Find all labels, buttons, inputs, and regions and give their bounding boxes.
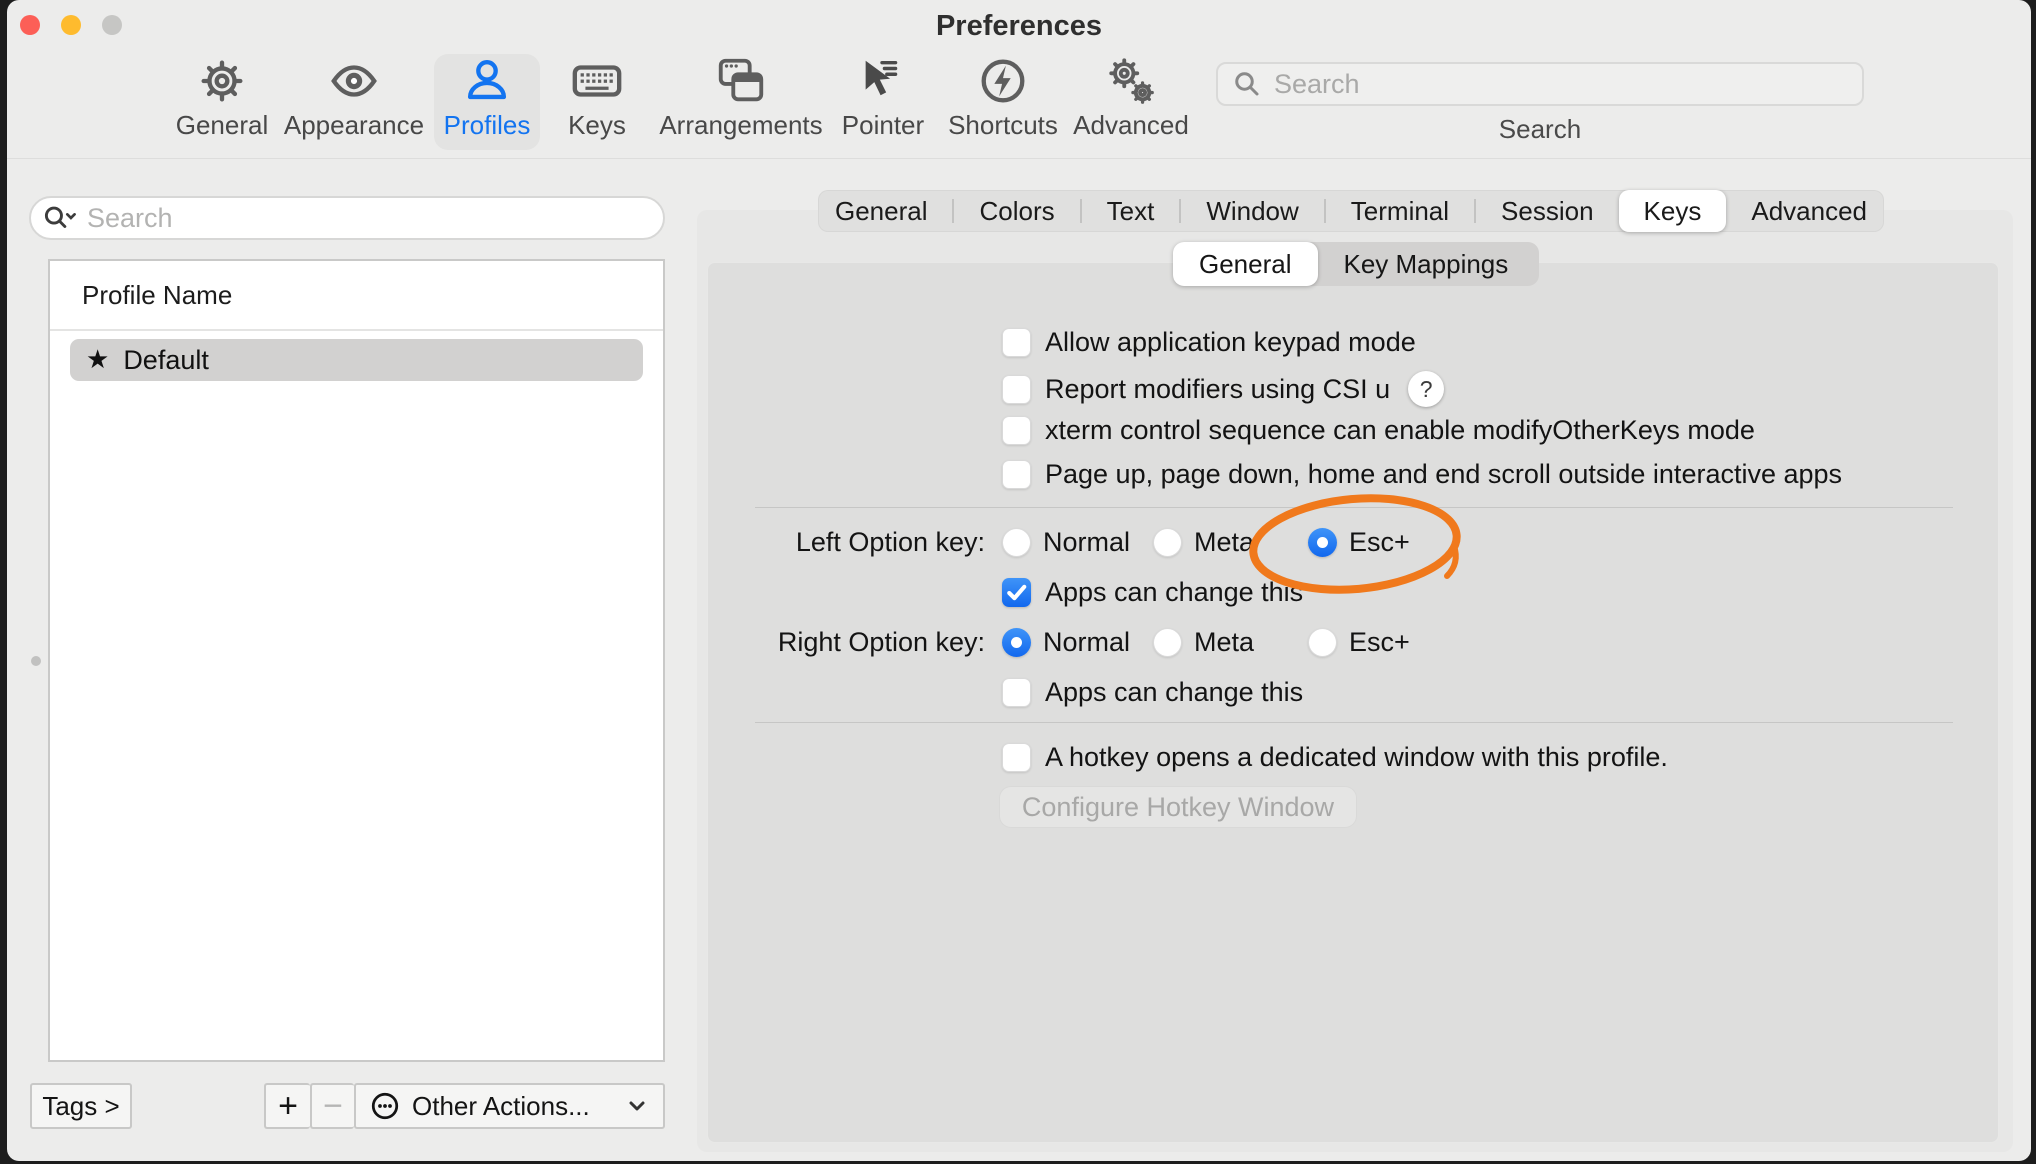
add-profile-button[interactable]: + [264, 1083, 310, 1129]
checkbox-row: xterm control sequence can enable modify… [1002, 415, 1755, 446]
tab-keys[interactable]: Keys [1619, 190, 1727, 232]
cursor-icon [856, 54, 910, 108]
toolbar-item-profiles[interactable]: Profiles [434, 54, 540, 150]
tab-text[interactable]: Text [1082, 190, 1180, 232]
tab-advanced[interactable]: Advanced [1726, 190, 1892, 232]
tab-general[interactable]: General [810, 190, 953, 232]
profile-list: Profile Name ★ Default [48, 259, 665, 1062]
left-option-radio-group: Normal [1002, 527, 1130, 558]
toolbar-item-advanced[interactable]: Advanced [1070, 54, 1192, 150]
ellipsis-circle-icon [370, 1091, 400, 1121]
lightning-icon [976, 54, 1030, 108]
toolbar-search-field[interactable] [1216, 62, 1864, 106]
tab-window[interactable]: Window [1181, 190, 1323, 232]
checkbox-row: Apps can change this [1002, 577, 1303, 608]
profile-list-header: Profile Name [50, 261, 663, 331]
checkbox-modify-other-keys[interactable] [1002, 416, 1031, 445]
profile-name: Default [123, 345, 209, 376]
keys-subtab-bar: General Key Mappings [1173, 242, 1539, 286]
checkbox-row: Report modifiers using CSI u ? [1002, 371, 1444, 407]
tags-button[interactable]: Tags > [30, 1083, 132, 1129]
right-option-key-label: Right Option key: [690, 627, 985, 658]
toolbar-item-pointer[interactable]: Pointer [830, 54, 936, 150]
profile-row-default[interactable]: ★ Default [70, 339, 643, 381]
checkbox-row: A hotkey opens a dedicated window with t… [1002, 742, 1668, 773]
configure-hotkey-window-button: Configure Hotkey Window [999, 786, 1357, 828]
chevron-down-icon [625, 1094, 649, 1118]
divider [755, 722, 1953, 723]
gears-icon [1104, 54, 1158, 108]
checkbox-row: Apps can change this [1002, 677, 1303, 708]
left-option-key-label: Left Option key: [690, 527, 985, 558]
toolbar-item-keys[interactable]: Keys [552, 54, 642, 150]
tab-colors[interactable]: Colors [954, 190, 1079, 232]
keyboard-icon [570, 54, 624, 108]
radio-right-esc[interactable] [1308, 628, 1337, 657]
divider [755, 507, 1953, 508]
checkbox-hotkey-window[interactable] [1002, 743, 1031, 772]
left-option-radio-group: Esc+ [1308, 527, 1410, 558]
radio-left-normal[interactable] [1002, 528, 1031, 557]
checkbox-csi-u[interactable] [1002, 375, 1031, 404]
tab-terminal[interactable]: Terminal [1326, 190, 1474, 232]
radio-left-esc[interactable] [1308, 528, 1337, 557]
toolbar-item-general[interactable]: General [164, 54, 280, 150]
person-icon [460, 54, 514, 108]
search-icon [1232, 69, 1262, 99]
radio-left-meta[interactable] [1153, 528, 1182, 557]
toolbar-item-arrangements[interactable]: Arrangements [657, 54, 825, 150]
right-option-radio-group: Meta [1153, 627, 1254, 658]
profile-search-input[interactable] [87, 203, 651, 234]
toolbar-item-appearance[interactable]: Appearance [283, 54, 425, 150]
remove-profile-button[interactable]: − [310, 1083, 354, 1129]
other-actions-dropdown[interactable]: Other Actions... [354, 1083, 665, 1129]
checkbox-keypad-mode[interactable] [1002, 328, 1031, 357]
preferences-window: Preferences General Appearance [7, 0, 2031, 1161]
window-title: Preferences [7, 10, 2031, 43]
tab-session[interactable]: Session [1476, 190, 1619, 232]
left-option-radio-group: Meta [1153, 527, 1254, 558]
eye-icon [327, 54, 381, 108]
subtab-key-mappings[interactable]: Key Mappings [1318, 242, 1535, 286]
toolbar: General Appearance Profiles [7, 52, 2031, 157]
help-button[interactable]: ? [1408, 371, 1444, 407]
checkbox-page-scroll[interactable] [1002, 460, 1031, 489]
windows-stack-icon [714, 54, 768, 108]
checkbox-left-apps-can-change[interactable] [1002, 578, 1031, 607]
splitter-handle[interactable] [31, 656, 41, 666]
toolbar-item-shortcuts[interactable]: Shortcuts [940, 54, 1066, 150]
toolbar-search-caption: Search [1216, 114, 1864, 145]
titlebar: Preferences [7, 0, 2031, 52]
toolbar-search-input[interactable] [1274, 69, 1848, 100]
other-actions-label: Other Actions... [412, 1091, 590, 1122]
checkbox-row: Page up, page down, home and end scroll … [1002, 459, 1842, 490]
profile-tab-bar: General Colors Text Window Terminal Sess… [818, 190, 1884, 232]
profile-search-field[interactable] [29, 196, 665, 240]
subtab-general[interactable]: General [1173, 242, 1318, 286]
gear-icon [195, 54, 249, 108]
checkbox-right-apps-can-change[interactable] [1002, 678, 1031, 707]
search-scope-icon [43, 203, 77, 233]
radio-right-meta[interactable] [1153, 628, 1182, 657]
right-option-radio-group: Esc+ [1308, 627, 1410, 658]
checkbox-row: Allow application keypad mode [1002, 327, 1416, 358]
right-option-radio-group: Normal [1002, 627, 1130, 658]
check-icon [1002, 578, 1031, 607]
star-icon: ★ [86, 345, 109, 375]
radio-right-normal[interactable] [1002, 628, 1031, 657]
